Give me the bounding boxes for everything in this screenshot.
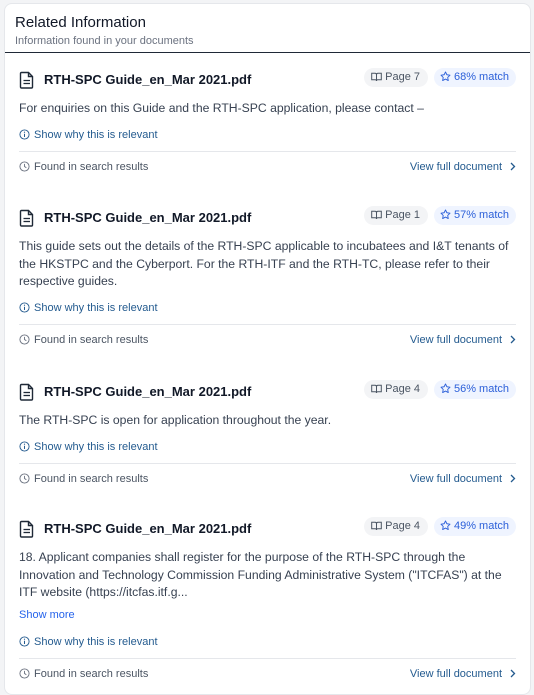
card-divider — [19, 150, 516, 152]
result-card: RTH-SPC Guide_en_Mar 2021.pdf Page 1 57%… — [19, 206, 516, 347]
chevron-right-icon — [510, 335, 516, 343]
document-icon — [19, 71, 34, 89]
show-more-link[interactable]: Show more — [19, 608, 516, 622]
match-badge: 68% match — [433, 68, 516, 87]
match-badge: 49% match — [433, 517, 516, 536]
result-card: RTH-SPC Guide_en_Mar 2021.pdf Page 4 56%… — [19, 380, 516, 486]
clock-icon — [19, 333, 30, 345]
found-label: Found in search results — [34, 667, 149, 680]
excerpt-text: 18. Applicant companies shall register f… — [19, 550, 502, 599]
document-name[interactable]: RTH-SPC Guide_en_Mar 2021.pdf — [44, 210, 251, 226]
card-footer: Found in search results View full docume… — [19, 160, 516, 174]
view-full-document-link[interactable]: View full document — [410, 333, 516, 347]
view-full-document-label: View full document — [409, 160, 502, 173]
found-source: Found in search results — [19, 668, 148, 680]
clock-icon — [19, 667, 30, 679]
excerpt-text: This guide sets out the details of the R… — [19, 239, 509, 288]
document-icon — [19, 209, 34, 227]
panel-header: Related Information Information found in… — [5, 4, 530, 53]
found-label: Found in search results — [34, 472, 149, 485]
page-badge: Page 4 — [364, 517, 428, 536]
page-badge: Page 1 — [364, 206, 428, 225]
excerpt-text: For enquiries on this Guide and the RTH-… — [19, 101, 424, 115]
info-icon — [19, 635, 30, 647]
info-icon — [19, 301, 30, 313]
page-number: Page 4 — [385, 520, 420, 532]
show-relevance-label: Show why this is relevant — [34, 128, 158, 141]
info-icon — [19, 128, 30, 140]
view-full-document-label: View full document — [409, 667, 502, 680]
star-icon — [440, 71, 451, 81]
result-card: RTH-SPC Guide_en_Mar 2021.pdf Page 7 68%… — [19, 68, 516, 174]
card-divider — [19, 462, 516, 464]
page-badge: Page 4 — [364, 380, 428, 399]
star-icon — [440, 209, 451, 219]
show-relevance-link[interactable]: Show why this is relevant — [19, 635, 516, 649]
page-number: Page 7 — [385, 71, 420, 83]
card-footer: Found in search results View full docume… — [19, 472, 516, 486]
match-score: 56% match — [453, 383, 509, 395]
card-footer: Found in search results View full docume… — [19, 333, 516, 347]
show-relevance-label: Show why this is relevant — [34, 301, 158, 314]
match-badge: 57% match — [433, 206, 516, 225]
show-relevance-link[interactable]: Show why this is relevant — [19, 301, 516, 315]
book-icon — [371, 521, 382, 531]
star-icon — [440, 520, 451, 530]
result-card: RTH-SPC Guide_en_Mar 2021.pdf Page 4 49%… — [19, 517, 516, 681]
view-full-document-link[interactable]: View full document — [410, 472, 516, 486]
chevron-right-icon — [510, 669, 516, 677]
view-full-document-link[interactable]: View full document — [410, 667, 516, 681]
star-icon — [440, 383, 451, 393]
related-information-panel: Related Information Information found in… — [4, 3, 531, 695]
clock-icon — [19, 160, 30, 172]
page-badge: Page 7 — [364, 68, 428, 87]
show-relevance-label: Show why this is relevant — [34, 635, 158, 648]
document-name[interactable]: RTH-SPC Guide_en_Mar 2021.pdf — [44, 72, 251, 88]
show-relevance-label: Show why this is relevant — [34, 440, 158, 453]
chevron-right-icon — [510, 162, 516, 170]
show-relevance-link[interactable]: Show why this is relevant — [19, 128, 516, 142]
show-relevance-link[interactable]: Show why this is relevant — [19, 440, 516, 454]
chevron-right-icon — [510, 474, 516, 482]
found-label: Found in search results — [34, 160, 149, 173]
clock-icon — [19, 472, 30, 484]
card-footer: Found in search results View full docume… — [19, 667, 516, 681]
match-score: 49% match — [453, 520, 509, 532]
card-divider — [19, 657, 516, 659]
page-number: Page 4 — [385, 383, 420, 395]
view-full-document-link[interactable]: View full document — [410, 160, 516, 174]
panel-subtitle: Information found in your documents — [15, 35, 194, 47]
found-source: Found in search results — [19, 334, 148, 346]
match-score: 57% match — [453, 209, 509, 221]
document-name[interactable]: RTH-SPC Guide_en_Mar 2021.pdf — [44, 384, 251, 400]
view-full-document-label: View full document — [409, 472, 502, 485]
page-number: Page 1 — [385, 209, 420, 221]
panel-title: Related Information — [15, 14, 146, 31]
book-icon — [371, 384, 382, 394]
match-score: 68% match — [453, 71, 509, 83]
match-badge: 56% match — [433, 380, 516, 399]
found-source: Found in search results — [19, 161, 148, 173]
document-name[interactable]: RTH-SPC Guide_en_Mar 2021.pdf — [44, 521, 251, 537]
info-icon — [19, 440, 30, 452]
view-full-document-label: View full document — [409, 333, 502, 346]
card-divider — [19, 323, 516, 325]
book-icon — [371, 210, 382, 220]
document-icon — [19, 383, 34, 401]
found-label: Found in search results — [34, 333, 149, 346]
excerpt-text: The RTH-SPC is open for application thro… — [19, 413, 332, 427]
document-icon — [19, 520, 34, 538]
book-icon — [371, 72, 382, 82]
found-source: Found in search results — [19, 473, 148, 485]
